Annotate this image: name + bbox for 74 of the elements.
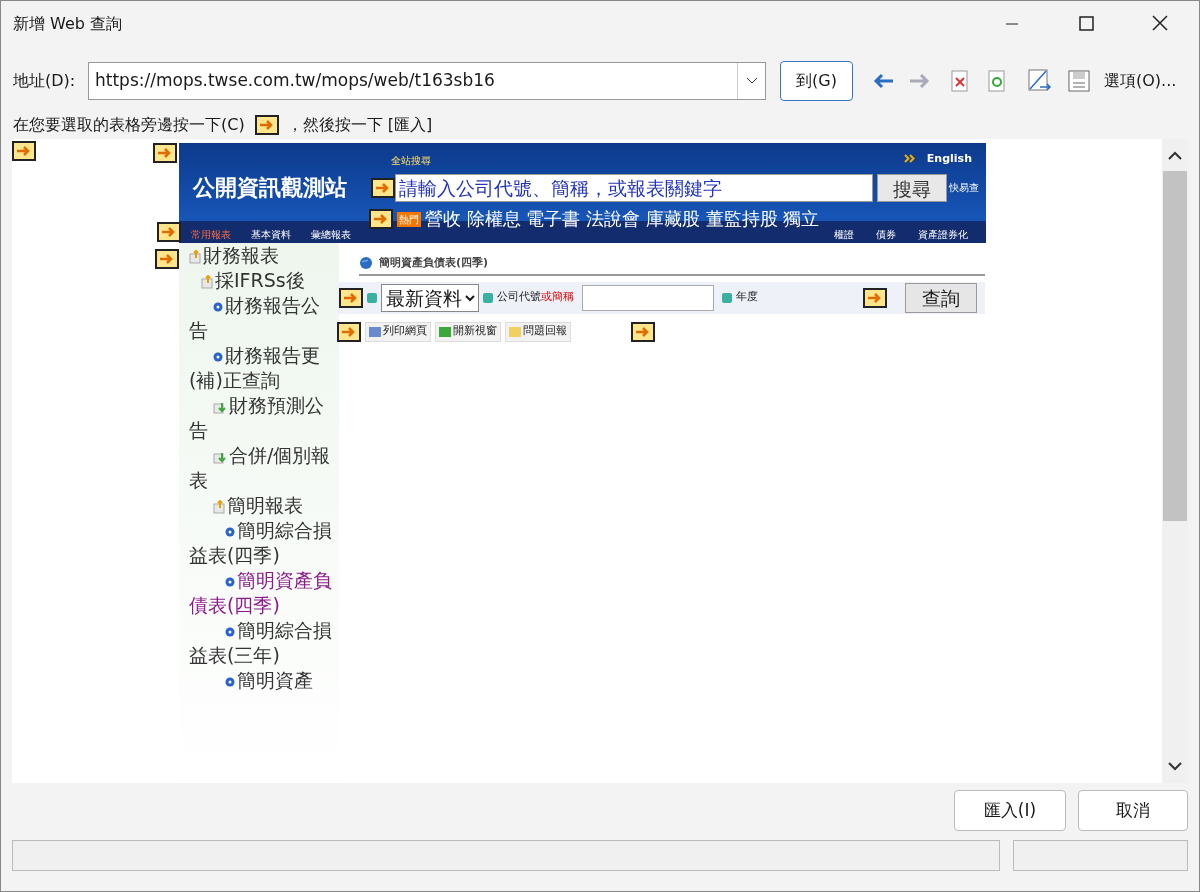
import-button[interactable]: 匯入(I)	[954, 790, 1066, 831]
site-search-button[interactable]: 搜尋	[877, 173, 947, 202]
toolbar-button[interactable]: 問題回報	[505, 321, 571, 342]
bullet-icon	[722, 292, 732, 303]
tree-item-link[interactable]: 財務報表	[189, 243, 335, 268]
tree-item-link[interactable]: 財務報告更(補)正查詢	[189, 343, 335, 393]
back-arrow-icon[interactable]	[872, 71, 896, 91]
globe-icon	[359, 256, 373, 271]
bullet-icon	[225, 526, 235, 537]
options-button[interactable]: 選項(O)...	[1104, 69, 1177, 93]
arrow-marker-icon[interactable]	[254, 115, 279, 135]
nav-tab[interactable]: 債券	[876, 226, 896, 242]
bullet-icon	[483, 292, 493, 303]
arrow-marker-icon[interactable]	[12, 141, 36, 161]
tree-item-link[interactable]: 合併/個別報表	[189, 443, 335, 493]
instruction-text: 在您要選取的表格旁邊按一下(C)	[13, 114, 245, 136]
address-field[interactable]: https://mops.twse.com.tw/mops/web/t163sb16	[88, 62, 766, 100]
tree-item-link[interactable]: 簡明綜合損益表(三年)	[189, 618, 335, 668]
window-title: 新增 Web 查詢	[13, 13, 124, 35]
tree-item-link[interactable]: 財務預測公告	[189, 393, 335, 443]
arrow-marker-icon[interactable]	[369, 209, 393, 229]
dropdown-caret-icon[interactable]	[745, 77, 758, 85]
nav-tab[interactable]: 權證	[834, 226, 854, 242]
stop-page-icon[interactable]	[950, 70, 970, 92]
page-arrow-icon[interactable]	[1028, 69, 1054, 93]
arrow-marker-icon[interactable]	[339, 287, 363, 308]
bullet-icon	[367, 292, 377, 303]
nav-tab[interactable]: 彙總報表	[311, 226, 351, 242]
company-label: 公司代號或簡稱	[497, 289, 574, 306]
tree-item-link[interactable]: 簡明資產	[189, 668, 335, 693]
nav-tab[interactable]: 常用報表	[191, 226, 231, 242]
arrow-marker-icon[interactable]	[153, 143, 177, 163]
year-label: 年度	[736, 289, 758, 306]
site-search-field[interactable]: 請輸入公司代號、簡稱，或報表關鍵字	[395, 173, 873, 202]
double-chevron-icon	[904, 154, 916, 163]
tree-item-link[interactable]: 簡明報表	[189, 493, 335, 518]
bullet-icon	[225, 626, 235, 637]
instruction-text: ，然後按一下 [匯入]	[286, 114, 433, 136]
section-title: 簡明資產負債表(四季)	[379, 255, 489, 271]
bullet-icon	[225, 676, 235, 687]
quick-lookup-link[interactable]: 快易查	[949, 180, 979, 195]
arrow-marker-icon[interactable]	[371, 177, 395, 198]
tree-item-link[interactable]: 採IFRSs後	[189, 268, 335, 293]
site-logo: 公開資訊觀測站	[193, 173, 348, 202]
bullet-icon	[213, 351, 223, 362]
document-up-icon	[189, 249, 201, 264]
arrow-marker-icon[interactable]	[337, 321, 361, 342]
tree-item-link[interactable]: 財務報告公告	[189, 293, 335, 343]
arrow-marker-icon[interactable]	[863, 287, 887, 308]
nav-tab[interactable]: 資產證券化	[918, 226, 968, 242]
document-up-icon	[201, 274, 213, 289]
arrow-marker-icon[interactable]	[157, 222, 181, 242]
refresh-page-icon[interactable]	[987, 70, 1007, 92]
address-label: 地址(D):	[13, 70, 77, 92]
company-field[interactable]	[582, 284, 714, 311]
nav-tab[interactable]: 基本資料	[251, 226, 291, 242]
tree-item-link[interactable]: 簡明綜合損益表(四季)	[189, 518, 335, 568]
period-select[interactable]: 最新資料	[381, 283, 479, 312]
hot-links-text[interactable]: 營收 除權息 電子書 法說會 庫藏股 董監持股 獨立	[425, 209, 820, 229]
scroll-down-icon[interactable]	[1167, 761, 1183, 773]
bullet-icon	[225, 576, 235, 587]
tree-item-link[interactable]: 簡明資產負債表(四季)	[189, 568, 335, 618]
toolbar-button[interactable]: 開新視窗	[435, 321, 501, 342]
arrow-marker-icon[interactable]	[155, 249, 179, 269]
scroll-up-icon[interactable]	[1167, 149, 1183, 161]
query-button[interactable]: 查詢	[905, 282, 977, 313]
document-up-icon	[213, 499, 225, 514]
cancel-button[interactable]: 取消	[1078, 790, 1188, 831]
toolbar-button[interactable]: 列印網頁	[365, 321, 431, 342]
bullet-icon	[213, 301, 223, 312]
go-button[interactable]: 到(G)	[780, 61, 853, 101]
site-search-label: 全站搜尋	[391, 154, 431, 168]
arrow-marker-icon[interactable]	[631, 321, 655, 342]
english-link[interactable]: English	[926, 151, 972, 168]
